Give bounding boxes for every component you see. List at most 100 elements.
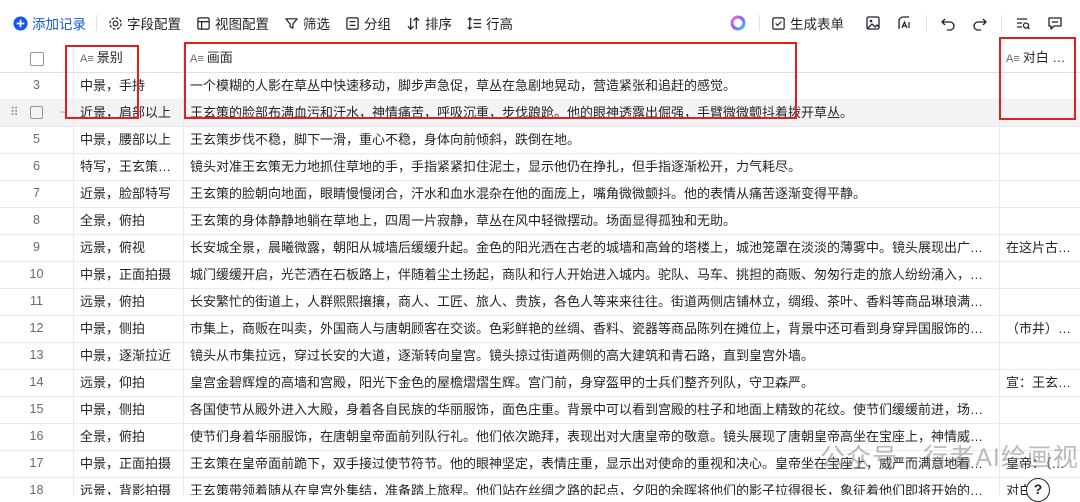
row-number[interactable]: 5: [0, 126, 74, 153]
table-row[interactable]: 14 远景，仰拍 皇宫金碧辉煌的高墙和宫殿，阳光下金色的屋檐熠熠生辉。宫门前，身穿盔…: [0, 369, 1080, 397]
row-number[interactable]: 16: [0, 423, 74, 450]
sort-icon: [405, 15, 421, 31]
row-number[interactable]: 3: [0, 72, 74, 99]
sort-button[interactable]: 排序: [405, 13, 452, 33]
cell-picture[interactable]: 各国使节从殿外进入大殿，身着各自民族的华丽服饰，面色庄重。背景中可以看到宫殿的柱…: [184, 396, 1000, 423]
table-row[interactable]: ⠿ − 近景，肩部以上 王玄策的脸部布满血污和汗水，神情痛苦，呼吸沉重，步伐踉跄。他的…: [0, 99, 1080, 127]
cell-dialogue[interactable]: [1000, 396, 1080, 423]
cell-shot[interactable]: 中景，正面拍摄: [74, 450, 184, 477]
undo-icon[interactable]: [937, 12, 959, 34]
help-button[interactable]: ?: [1026, 478, 1050, 502]
cell-shot[interactable]: 中景，手持: [74, 72, 184, 99]
cell-picture[interactable]: 镜头从市集拉远，穿过长安的大道，逐渐转向皇宫。镜头掠过街道两侧的高大建筑和青石路…: [184, 342, 1000, 369]
cell-shot[interactable]: 全景，俯拍: [74, 207, 184, 234]
row-number[interactable]: 8: [0, 207, 74, 234]
row-number[interactable]: 18: [0, 477, 74, 495]
table-row[interactable]: 7 近景，脸部特写 王玄策的脸朝向地面，眼睛慢慢闭合，汗水和血水混杂在他的面庞上，嘴…: [0, 180, 1080, 208]
group-button[interactable]: 分组: [344, 13, 391, 33]
cell-dialogue[interactable]: [1000, 126, 1080, 153]
cell-shot[interactable]: 中景，正面拍摄: [74, 261, 184, 288]
row-number[interactable]: 11: [0, 288, 74, 315]
comment-icon[interactable]: [1044, 12, 1066, 34]
column-header-shot[interactable]: A≡ 景别: [74, 44, 184, 72]
cell-shot[interactable]: 中景，侧拍: [74, 315, 184, 342]
view-config-button[interactable]: 视图配置: [195, 13, 269, 33]
cell-shot[interactable]: 远景，俯拍: [74, 288, 184, 315]
cell-shot[interactable]: 中景，侧拍: [74, 396, 184, 423]
cell-dialogue[interactable]: [1000, 288, 1080, 315]
drag-handle-icon[interactable]: ⠿: [10, 99, 19, 126]
cell-dialogue[interactable]: [1000, 342, 1080, 369]
cell-dialogue[interactable]: [1000, 207, 1080, 234]
table-row[interactable]: 12 中景，侧拍 市集上，商贩在叫卖，外国商人与唐朝顾客在交谈。色彩鲜艳的丝绸、香料…: [0, 315, 1080, 343]
cell-picture[interactable]: 王玄策带领着随从在皇宫外集结，准备踏上旅程。他们站在丝绸之路的起点，夕阳的余晖将…: [184, 477, 1000, 495]
select-all-checkbox[interactable]: [29, 51, 44, 66]
row-number[interactable]: 13: [0, 342, 74, 369]
cell-picture[interactable]: 王玄策的身体静静地躺在草地上，四周一片寂静，草丛在风中轻微摆动。场面显得孤独和无…: [184, 207, 1000, 234]
image-icon[interactable]: [862, 12, 884, 34]
cell-shot[interactable]: 特写，王玄策…: [74, 153, 184, 180]
cell-dialogue[interactable]: [1000, 99, 1080, 126]
cell-picture[interactable]: 王玄策的脸部布满血污和汗水，神情痛苦，呼吸沉重，步伐踉跄。他的眼神透露出倔强，手…: [184, 99, 1000, 126]
cell-picture[interactable]: 王玄策步伐不稳，脚下一滑，重心不稳，身体向前倾斜，跌倒在地。: [184, 126, 1000, 153]
cell-shot[interactable]: 近景，肩部以上: [74, 99, 184, 126]
cell-picture[interactable]: 镜头对准王玄策无力地抓住草地的手，手指紧紧扣住泥土，显示他仍在挣扎，但手指逐渐松…: [184, 153, 1000, 180]
cell-shot[interactable]: 远景，仰拍: [74, 369, 184, 396]
ai-assistant-icon[interactable]: [727, 12, 749, 34]
cell-dialogue[interactable]: [1000, 153, 1080, 180]
row-number[interactable]: 17: [0, 450, 74, 477]
row-number[interactable]: 10: [0, 261, 74, 288]
ai-icon[interactable]: [894, 12, 916, 34]
row-number[interactable]: 15: [0, 396, 74, 423]
table-row[interactable]: 9 远景，俯视 长安城全景，晨曦微露，朝阳从城墙后缓缓升起。金色的阳光洒在古老的城墙…: [0, 234, 1080, 262]
row-number[interactable]: ⠿ −: [0, 99, 74, 126]
table-row[interactable]: 13 中景，逐渐拉近 镜头从市集拉远，穿过长安的大道，逐渐转向皇宫。镜头掠过街道两侧…: [0, 342, 1080, 370]
table-row[interactable]: 8 全景，俯拍 王玄策的身体静静地躺在草地上，四周一片寂静，草丛在风中轻微摆动。场面…: [0, 207, 1080, 235]
row-number[interactable]: 7: [0, 180, 74, 207]
table-row[interactable]: 15 中景，侧拍 各国使节从殿外进入大殿，身着各自民族的华丽服饰，面色庄重。背景中可…: [0, 396, 1080, 424]
row-number[interactable]: 9: [0, 234, 74, 261]
cell-picture[interactable]: 一个模糊的人影在草丛中快速移动，脚步声急促，草丛在急剧地晃动，营造紧张和追赶的感…: [184, 72, 1000, 99]
column-header-dialogue-label: 对白 旁白: [1022, 50, 1079, 65]
cell-picture[interactable]: 长安繁忙的街道上，人群熙熙攘攘，商人、工匠、旅人、贵族，各色人等来来往往。街道两…: [184, 288, 1000, 315]
cell-shot[interactable]: 中景，腰部以上: [74, 126, 184, 153]
cell-dialogue[interactable]: 在这片古老的: [1000, 234, 1080, 261]
cell-picture[interactable]: 城门缓缓开启，光芒洒在石板路上，伴随着尘土扬起，商队和行人开始进入城内。驼队、马…: [184, 261, 1000, 288]
cell-picture[interactable]: 皇宫金碧辉煌的高墙和宫殿，阳光下金色的屋檐熠熠生辉。宫门前，身穿盔甲的士兵们整齐…: [184, 369, 1000, 396]
cell-shot[interactable]: 远景，俯视: [74, 234, 184, 261]
select-all-header[interactable]: [0, 44, 74, 72]
search-list-icon[interactable]: [1012, 12, 1034, 34]
generate-form-button[interactable]: 生成表单: [770, 13, 844, 33]
cell-shot[interactable]: 中景，逐渐拉近: [74, 342, 184, 369]
row-number[interactable]: 12: [0, 315, 74, 342]
collapse-icon[interactable]: −: [60, 99, 67, 126]
cell-shot[interactable]: 全景，俯拍: [74, 423, 184, 450]
cell-picture[interactable]: 王玄策的脸朝向地面，眼睛慢慢闭合，汗水和血水混杂在他的面庞上，嘴角微微颤抖。他的…: [184, 180, 1000, 207]
grid-header: A≡ 景别 A≡ 画面 A≡ 对白 旁白: [0, 44, 1080, 73]
table-row[interactable]: 6 特写，王玄策… 镜头对准王玄策无力地抓住草地的手，手指紧紧扣住泥土，显示他仍在挣…: [0, 153, 1080, 181]
cell-dialogue[interactable]: [1000, 180, 1080, 207]
column-header-picture[interactable]: A≡ 画面: [184, 44, 1000, 72]
filter-button[interactable]: 筛选: [283, 13, 330, 33]
table-row[interactable]: 3 中景，手持 一个模糊的人影在草丛中快速移动，脚步声急促，草丛在急剧地晃动，营造紧…: [0, 72, 1080, 100]
cell-dialogue[interactable]: （市井）上好的: [1000, 315, 1080, 342]
add-record-button[interactable]: 添加记录: [12, 13, 86, 33]
cell-picture[interactable]: 市集上，商贩在叫卖，外国商人与唐朝顾客在交谈。色彩鲜艳的丝绸、香料、瓷器等商品陈…: [184, 315, 1000, 342]
cell-dialogue[interactable]: [1000, 72, 1080, 99]
table-row[interactable]: 5 中景，腰部以上 王玄策步伐不稳，脚下一滑，重心不稳，身体向前倾斜，跌倒在地。: [0, 126, 1080, 154]
table-row[interactable]: 10 中景，正面拍摄 城门缓缓开启，光芒洒在石板路上，伴随着尘土扬起，商队和行人开始…: [0, 261, 1080, 289]
cell-shot[interactable]: 远景，背影拍摄: [74, 477, 184, 495]
column-header-dialogue[interactable]: A≡ 对白 旁白: [1000, 44, 1080, 72]
cell-picture[interactable]: 长安城全景，晨曦微露，朝阳从城墙后缓缓升起。金色的阳光洒在古老的城墙和高耸的塔楼…: [184, 234, 1000, 261]
cell-dialogue[interactable]: [1000, 261, 1080, 288]
cell-dialogue[interactable]: 宣：王玄策入: [1000, 369, 1080, 396]
cell-shot[interactable]: 近景，脸部特写: [74, 180, 184, 207]
table-row[interactable]: 11 远景，俯拍 长安繁忙的街道上，人群熙熙攘攘，商人、工匠、旅人、贵族，各色人等来…: [0, 288, 1080, 316]
redo-icon[interactable]: [969, 12, 991, 34]
table-row[interactable]: 18 远景，背影拍摄 王玄策带领着随从在皇宫外集结，准备踏上旅程。他们站在丝绸之路的…: [0, 477, 1080, 495]
row-height-button[interactable]: 行高: [466, 13, 513, 33]
row-number[interactable]: 6: [0, 153, 74, 180]
field-config-button[interactable]: 字段配置: [107, 13, 181, 33]
row-number[interactable]: 14: [0, 369, 74, 396]
row-checkbox[interactable]: [30, 106, 43, 119]
